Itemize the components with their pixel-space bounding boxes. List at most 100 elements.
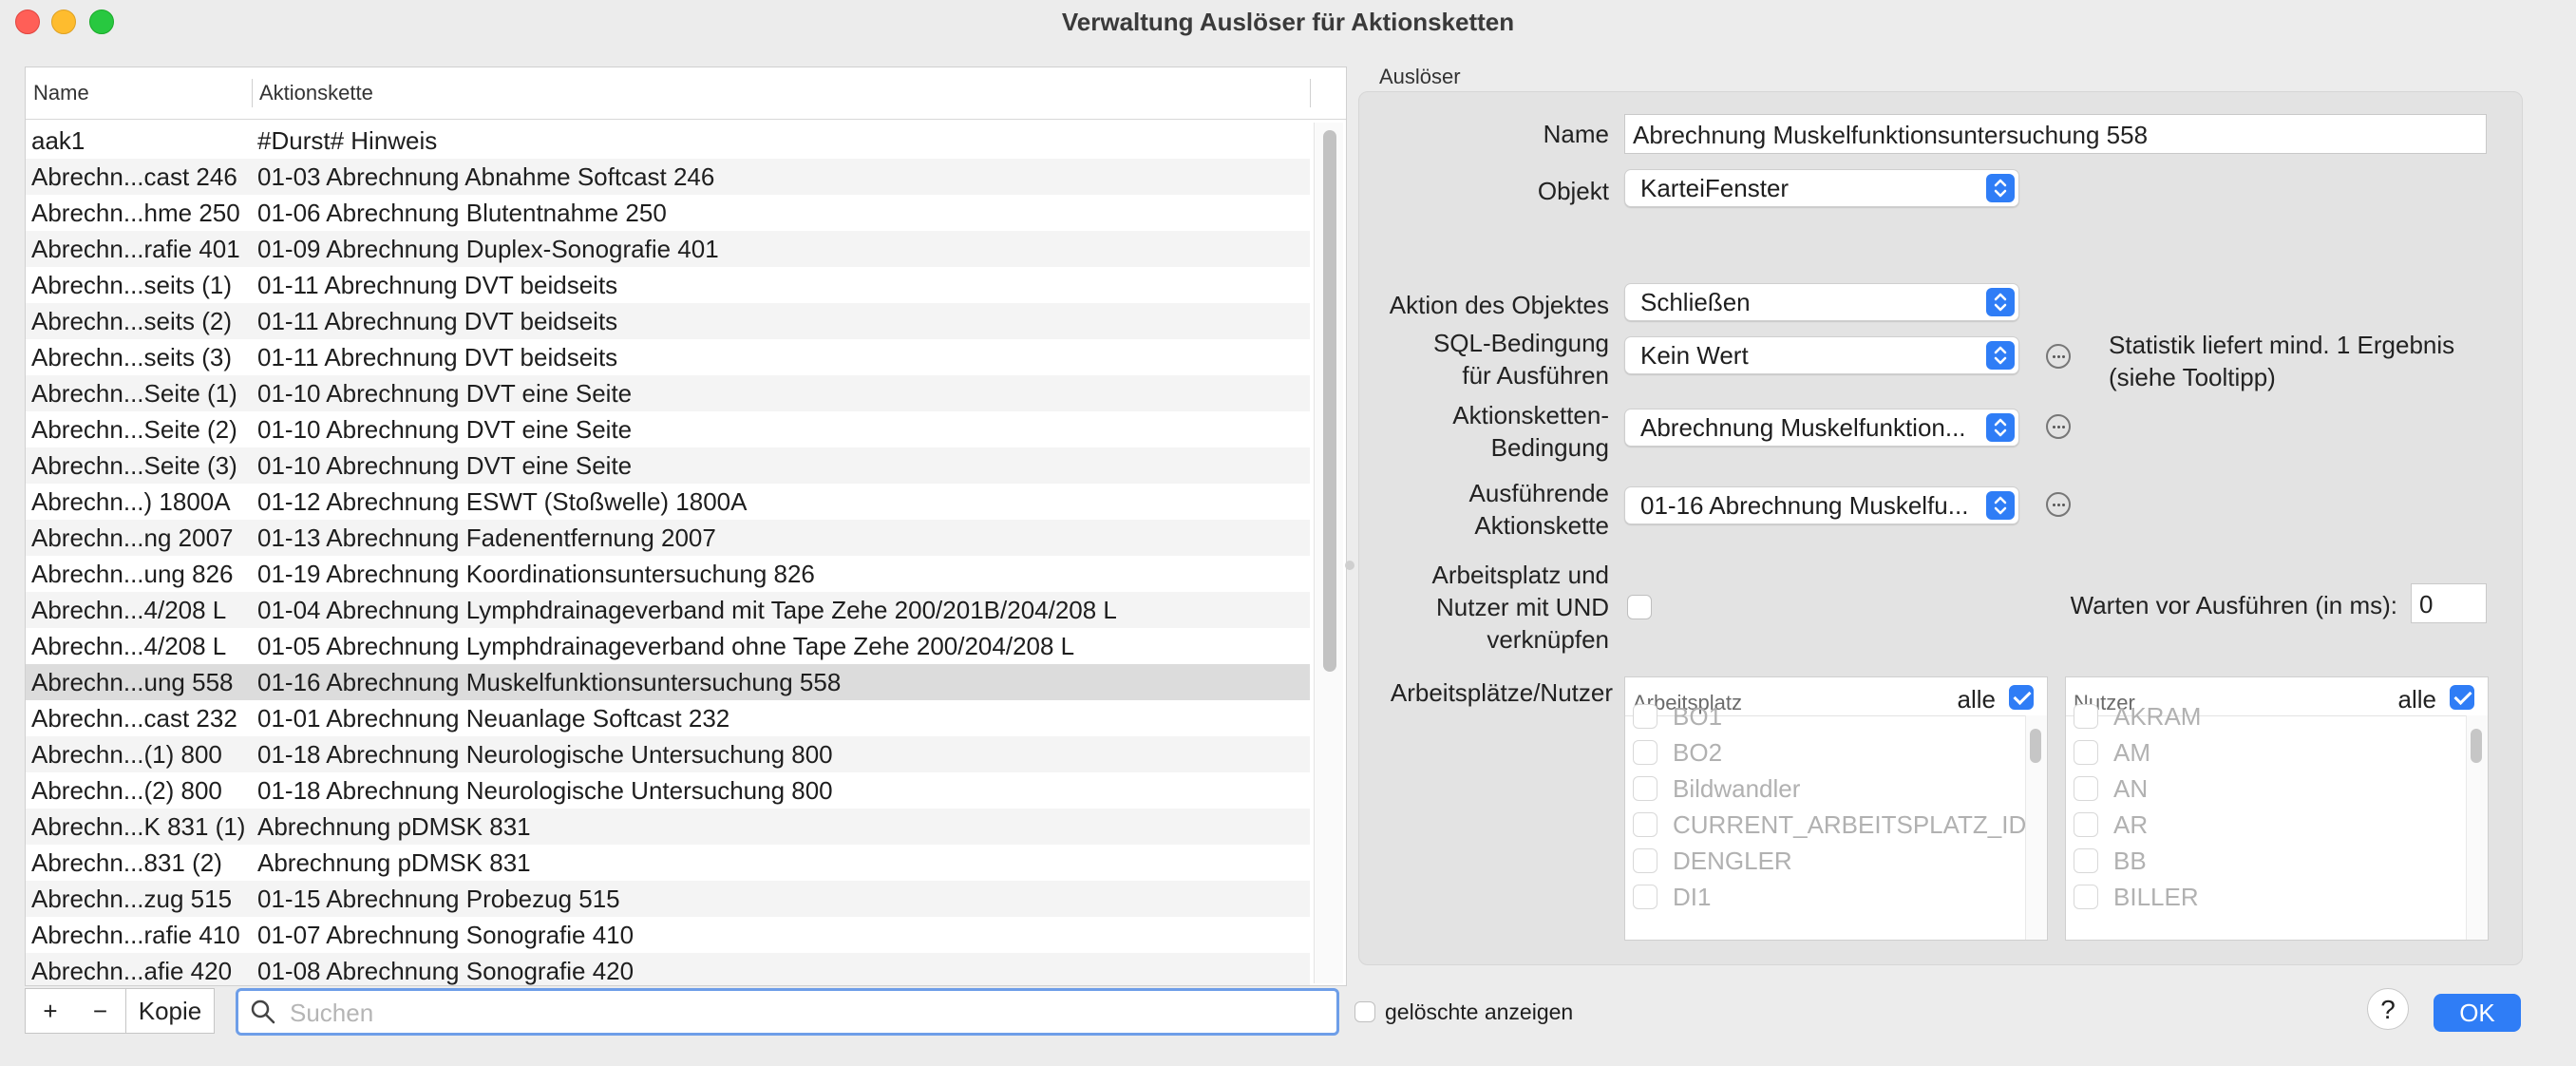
remove-button[interactable]: − xyxy=(75,988,126,1034)
cell-name: Abrechn...rafie 401 xyxy=(31,235,240,263)
table-row[interactable]: Abrechn...seits (2) 01-11 Abrechnung DVT … xyxy=(26,303,1310,339)
name-label: Name xyxy=(1543,120,1609,148)
object-action-label: Aktion des Objektes xyxy=(1389,291,1609,319)
table-row[interactable]: Abrechn...(1) 800 01-18 Abrechnung Neurol… xyxy=(26,736,1310,772)
group-title: Auslöser xyxy=(1379,65,1461,88)
workplace-item-checkbox[interactable] xyxy=(1633,776,1657,801)
table-row[interactable]: Abrechn...Seite (3) 01-10 Abrechnung DVT … xyxy=(26,447,1310,484)
user-item-label: BB xyxy=(2113,847,2147,875)
search-icon xyxy=(251,999,275,1024)
popup-arrows-icon xyxy=(1986,491,2015,520)
table-row[interactable]: Abrechn...Seite (1) 01-10 Abrechnung DVT … xyxy=(26,375,1310,411)
object-popup[interactable]: KarteiFenster xyxy=(1624,169,2019,207)
table-row[interactable]: Abrechn...hme 250 01-06 Abrechnung Bluten… xyxy=(26,195,1310,231)
wait-field[interactable]: 0 xyxy=(2411,583,2487,623)
table-row[interactable]: Abrechn...K 831 (1) Abrechnung pDMSK 831 xyxy=(26,809,1310,845)
table-row[interactable]: Abrechn...(2) 800 01-18 Abrechnung Neurol… xyxy=(26,772,1310,809)
object-action-popup[interactable]: Schließen xyxy=(1624,283,2019,321)
table-row[interactable]: aak1 #Durst# Hinweis xyxy=(26,123,1310,159)
workplace-item-checkbox[interactable] xyxy=(1633,812,1657,837)
column-header-name[interactable]: Name xyxy=(33,81,89,105)
executing-chain-more-icon[interactable] xyxy=(2046,492,2071,517)
user-list-scrollbar-thumb[interactable] xyxy=(2471,729,2482,763)
table-header: Name Aktionskette xyxy=(26,67,1346,120)
sql-condition-popup[interactable]: Kein Wert xyxy=(1624,336,2019,374)
table-row[interactable]: Abrechn...rafie 410 01-07 Abrechnung Sono… xyxy=(26,917,1310,953)
cell-name: Abrechn...cast 232 xyxy=(31,704,237,733)
object-label: Objekt xyxy=(1537,177,1609,205)
workplace-list-scrollbar-thumb[interactable] xyxy=(2030,729,2041,763)
table-row[interactable]: Abrechn...4/208 L 01-04 Abrechnung Lymphd… xyxy=(26,592,1310,628)
popup-arrows-icon xyxy=(1986,288,2015,316)
chain-condition-popup[interactable]: Abrechnung Muskelfunktion... xyxy=(1624,409,2019,447)
table-scrollbar-thumb[interactable] xyxy=(1323,130,1336,672)
title-bar: Verwaltung Auslöser für Aktionsketten xyxy=(0,0,2576,42)
table-row[interactable]: Abrechn...seits (3) 01-11 Abrechnung DVT … xyxy=(26,339,1310,375)
cell-name: Abrechn...ng 2007 xyxy=(31,523,234,552)
user-item-checkbox[interactable] xyxy=(2074,812,2098,837)
ok-button[interactable]: OK xyxy=(2434,994,2521,1032)
sql-condition-more-icon[interactable] xyxy=(2046,344,2071,369)
executing-chain-popup[interactable]: 01-16 Abrechnung Muskelfu... xyxy=(1624,486,2019,524)
workplace-item-checkbox[interactable] xyxy=(1633,885,1657,909)
workplace-list-scrollbar[interactable] xyxy=(2025,715,2047,940)
table-row[interactable]: Abrechn...831 (2) Abrechnung pDMSK 831 xyxy=(26,845,1310,881)
search-input[interactable] xyxy=(288,995,1327,1031)
column-separator[interactable] xyxy=(1310,79,1311,107)
workplace-item-checkbox[interactable] xyxy=(1633,704,1657,729)
cell-chain: #Durst# Hinweis xyxy=(257,126,438,155)
workplace-all-label: alle xyxy=(1957,685,1996,714)
executing-chain-label-line1: Ausführende xyxy=(1468,479,1609,507)
cell-chain: 01-18 Abrechnung Neurologische Untersuch… xyxy=(257,740,833,769)
cell-chain: 01-10 Abrechnung DVT eine Seite xyxy=(257,451,633,480)
cell-name: Abrechn...(1) 800 xyxy=(31,740,222,769)
table-row[interactable]: Abrechn...ung 826 01-19 Abrechnung Koordi… xyxy=(26,556,1310,592)
table-row[interactable]: Abrechn...zug 515 01-15 Abrechnung Probez… xyxy=(26,881,1310,917)
workplace-item-checkbox[interactable] xyxy=(1633,740,1657,765)
link-and-label-line2: Nutzer mit UND xyxy=(1435,593,1609,621)
link-and-checkbox[interactable] xyxy=(1627,595,1652,619)
user-item-checkbox[interactable] xyxy=(2074,885,2098,909)
cell-name: Abrechn...4/208 L xyxy=(31,632,227,660)
help-button[interactable]: ? xyxy=(2367,988,2409,1030)
column-separator[interactable] xyxy=(252,79,253,107)
user-all-checkbox[interactable] xyxy=(2450,685,2474,710)
cell-chain: 01-15 Abrechnung Probezug 515 xyxy=(257,885,620,913)
user-all-label: alle xyxy=(2397,685,2436,714)
table-row[interactable]: Abrechn...seits (1) 01-11 Abrechnung DVT … xyxy=(26,267,1310,303)
table-row[interactable]: Abrechn...) 1800A 01-12 Abrechnung ESWT (… xyxy=(26,484,1310,520)
cell-name: Abrechn...Seite (2) xyxy=(31,415,237,444)
add-button[interactable]: + xyxy=(25,988,76,1034)
cell-chain: 01-06 Abrechnung Blutentnahme 250 xyxy=(257,199,667,227)
cell-chain: 01-09 Abrechnung Duplex-Sonografie 401 xyxy=(257,235,719,263)
table-row[interactable]: Abrechn...Seite (2) 01-10 Abrechnung DVT … xyxy=(26,411,1310,447)
sql-condition-label-line2: für Ausführen xyxy=(1462,361,1609,390)
table-row[interactable]: Abrechn...4/208 L 01-05 Abrechnung Lymphd… xyxy=(26,628,1310,664)
sql-condition-value: Kein Wert xyxy=(1640,341,1749,370)
cell-name: Abrechn...seits (1) xyxy=(31,271,232,299)
chain-condition-more-icon[interactable] xyxy=(2046,414,2071,439)
table-scrollbar[interactable] xyxy=(1314,123,1343,983)
search-field[interactable] xyxy=(236,988,1339,1036)
workplace-all-checkbox[interactable] xyxy=(2009,685,2034,710)
cell-name: Abrechn...cast 246 xyxy=(31,162,237,191)
copy-button[interactable]: Kopie xyxy=(125,988,215,1034)
split-view-handle[interactable] xyxy=(1345,561,1354,570)
table-row[interactable]: Abrechn...ung 558 01-16 Abrechnung Muskel… xyxy=(26,664,1310,700)
user-list-scrollbar[interactable] xyxy=(2466,715,2488,940)
cell-chain: 01-18 Abrechnung Neurologische Untersuch… xyxy=(257,776,833,805)
table-row[interactable]: Abrechn...cast 246 01-03 Abrechnung Abnah… xyxy=(26,159,1310,195)
user-item-checkbox[interactable] xyxy=(2074,740,2098,765)
show-deleted-checkbox[interactable] xyxy=(1354,1001,1375,1022)
column-header-chain[interactable]: Aktionskette xyxy=(259,81,373,105)
cell-name: Abrechn...(2) 800 xyxy=(31,776,222,805)
name-field[interactable]: Abrechnung Muskelfunktionsuntersuchung 5… xyxy=(1624,114,2487,154)
user-item-checkbox[interactable] xyxy=(2074,848,2098,873)
workplace-item-checkbox[interactable] xyxy=(1633,848,1657,873)
user-item-checkbox[interactable] xyxy=(2074,776,2098,801)
table-row[interactable]: Abrechn...cast 232 01-01 Abrechnung Neuan… xyxy=(26,700,1310,736)
table-row[interactable]: Abrechn...afie 420 01-08 Abrechnung Sonog… xyxy=(26,953,1310,985)
user-item-checkbox[interactable] xyxy=(2074,704,2098,729)
table-row[interactable]: Abrechn...rafie 401 01-09 Abrechnung Dupl… xyxy=(26,231,1310,267)
table-row[interactable]: Abrechn...ng 2007 01-13 Abrechnung Fadene… xyxy=(26,520,1310,556)
